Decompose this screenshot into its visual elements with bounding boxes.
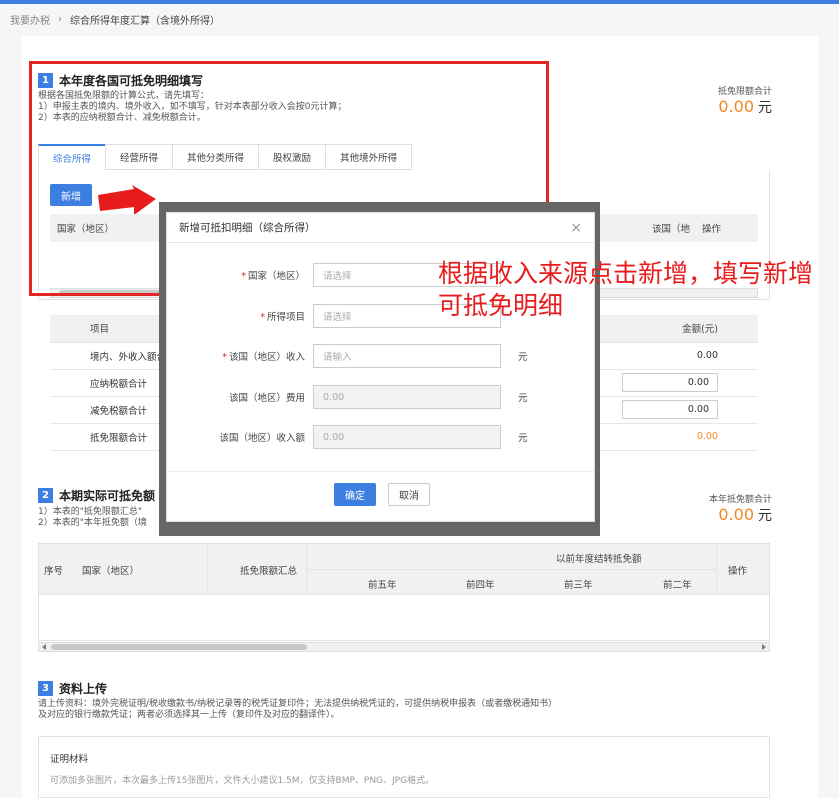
field-label: 该国（地区）收入 xyxy=(228,352,305,363)
foreign-expense-input: 0.00 xyxy=(313,385,501,409)
upload-box xyxy=(38,736,770,798)
required-marker: * xyxy=(222,352,227,363)
section3-number: 3 xyxy=(38,681,53,696)
carryover-table-body xyxy=(38,595,770,641)
col-year2: 前二年 xyxy=(663,580,692,591)
upload-box-note: 可添加多张图片，本次最多上传15张图片，文件大小建议1.5M，仅支持BMP、PN… xyxy=(50,776,435,786)
foreign-income-input[interactable]: 请输入 xyxy=(313,344,501,368)
section1-summary-value: 0.00 xyxy=(718,97,754,116)
upload-box-title: 证明材料 xyxy=(50,754,89,765)
field-label: 该国（地区）费用 xyxy=(228,393,305,404)
section2-summary: 本年抵免额合计 0.00 元 xyxy=(690,492,772,525)
field-label: 国家（地区） xyxy=(247,271,305,282)
col-year5: 前五年 xyxy=(368,580,397,591)
section1-summary: 抵免限额合计 0.00 元 xyxy=(708,84,772,117)
section2-summary-unit: 元 xyxy=(758,508,772,524)
col-limit-sum: 抵免限额汇总 xyxy=(240,566,298,577)
instruction-annotation: 根据收入来源点击新增，填写新增可抵免明细 xyxy=(438,259,814,320)
col-operation: 操作 xyxy=(728,566,748,577)
col-year4: 前四年 xyxy=(466,580,495,591)
tax-payable-input[interactable]: 0.00 xyxy=(622,373,718,392)
section1-summary-label: 抵免限额合计 xyxy=(717,87,772,97)
close-icon[interactable]: × xyxy=(570,220,582,236)
detail-col-right: 该国（地 xyxy=(652,224,691,235)
dialog-title: 新增可抵扣明细（综合所得） xyxy=(179,222,316,234)
section2-summary-value: 0.00 xyxy=(718,505,754,524)
field-label: 所得项目 xyxy=(266,312,305,323)
section3-title: 资料上传 xyxy=(59,682,108,696)
scroll-left-icon[interactable] xyxy=(40,643,48,651)
col-country: 国家（地区） xyxy=(82,566,140,577)
section3-heading: 3 资料上传 xyxy=(38,680,107,697)
dialog-header: 新增可抵扣明细（综合所得） × xyxy=(167,213,594,243)
col-year3: 前三年 xyxy=(564,580,593,591)
required-marker: * xyxy=(241,271,246,282)
breadcrumb-separator: › xyxy=(58,14,62,25)
top-accent-bar xyxy=(0,0,839,4)
section2-summary-label: 本年抵免额合计 xyxy=(708,495,772,505)
row-divider xyxy=(306,569,716,570)
field-foreign-expense: 该国（地区）费用 0.00 元 xyxy=(167,385,528,409)
unit-label: 元 xyxy=(518,433,528,444)
section2-note-line: 2）本表的"本年抵免额（境 xyxy=(38,518,147,528)
breadcrumb-current: 综合所得年度汇算（含境外所得） xyxy=(70,16,220,27)
section2-notes: 1）本表的"抵免限额汇总" 2）本表的"本年抵免额（境 xyxy=(38,507,147,529)
confirm-button[interactable]: 确定 xyxy=(334,483,376,506)
detail-col-operation: 操作 xyxy=(702,224,722,235)
dialog-footer-divider xyxy=(167,471,594,472)
section3-note-line: 请上传资料：境外完税证明/税收缴款书/纳税记录等的税凭证复印件；无法提供纳税凭证… xyxy=(38,699,558,709)
col-seq: 序号 xyxy=(44,566,64,577)
scroll-right-icon[interactable] xyxy=(760,643,768,651)
breadcrumb: 我要办税 › 综合所得年度汇算（含境外所得） xyxy=(10,12,220,27)
breadcrumb-home[interactable]: 我要办税 xyxy=(10,12,50,27)
col-divider xyxy=(716,543,717,595)
carryover-horizontal-scrollbar[interactable] xyxy=(38,642,770,652)
required-marker: * xyxy=(260,312,265,323)
unit-label: 元 xyxy=(518,352,528,363)
tax-reduction-input[interactable]: 0.00 xyxy=(622,400,718,419)
section2-heading: 2 本期实际可抵免额 xyxy=(38,487,155,504)
section2-note-line: 1）本表的"抵免限额汇总" xyxy=(38,507,143,517)
scrollbar-thumb[interactable] xyxy=(51,644,307,650)
section3-notes: 请上传资料：境外完税证明/税收缴款书/纳税记录等的税凭证复印件；无法提供纳税凭证… xyxy=(38,699,778,721)
section2-number: 2 xyxy=(38,488,53,503)
col-divider xyxy=(207,543,208,595)
section3-note-line: 及对应的银行缴款凭证；两者必须选择其一上传（复印件及对应的翻译件）。 xyxy=(38,710,340,720)
field-label: 该国（地区）收入额 xyxy=(219,433,305,444)
section1-summary-unit: 元 xyxy=(758,100,772,116)
unit-label: 元 xyxy=(518,393,528,404)
cancel-button[interactable]: 取消 xyxy=(388,483,430,506)
section2-title: 本期实际可抵免额 xyxy=(59,489,156,503)
foreign-income-amount-input: 0.00 xyxy=(313,425,501,449)
field-foreign-income-amount: 该国（地区）收入额 0.00 元 xyxy=(167,425,528,449)
field-foreign-income: * 该国（地区）收入 请输入 元 xyxy=(167,344,528,368)
col-prior-carryover: 以前年度结转抵免额 xyxy=(556,554,642,565)
